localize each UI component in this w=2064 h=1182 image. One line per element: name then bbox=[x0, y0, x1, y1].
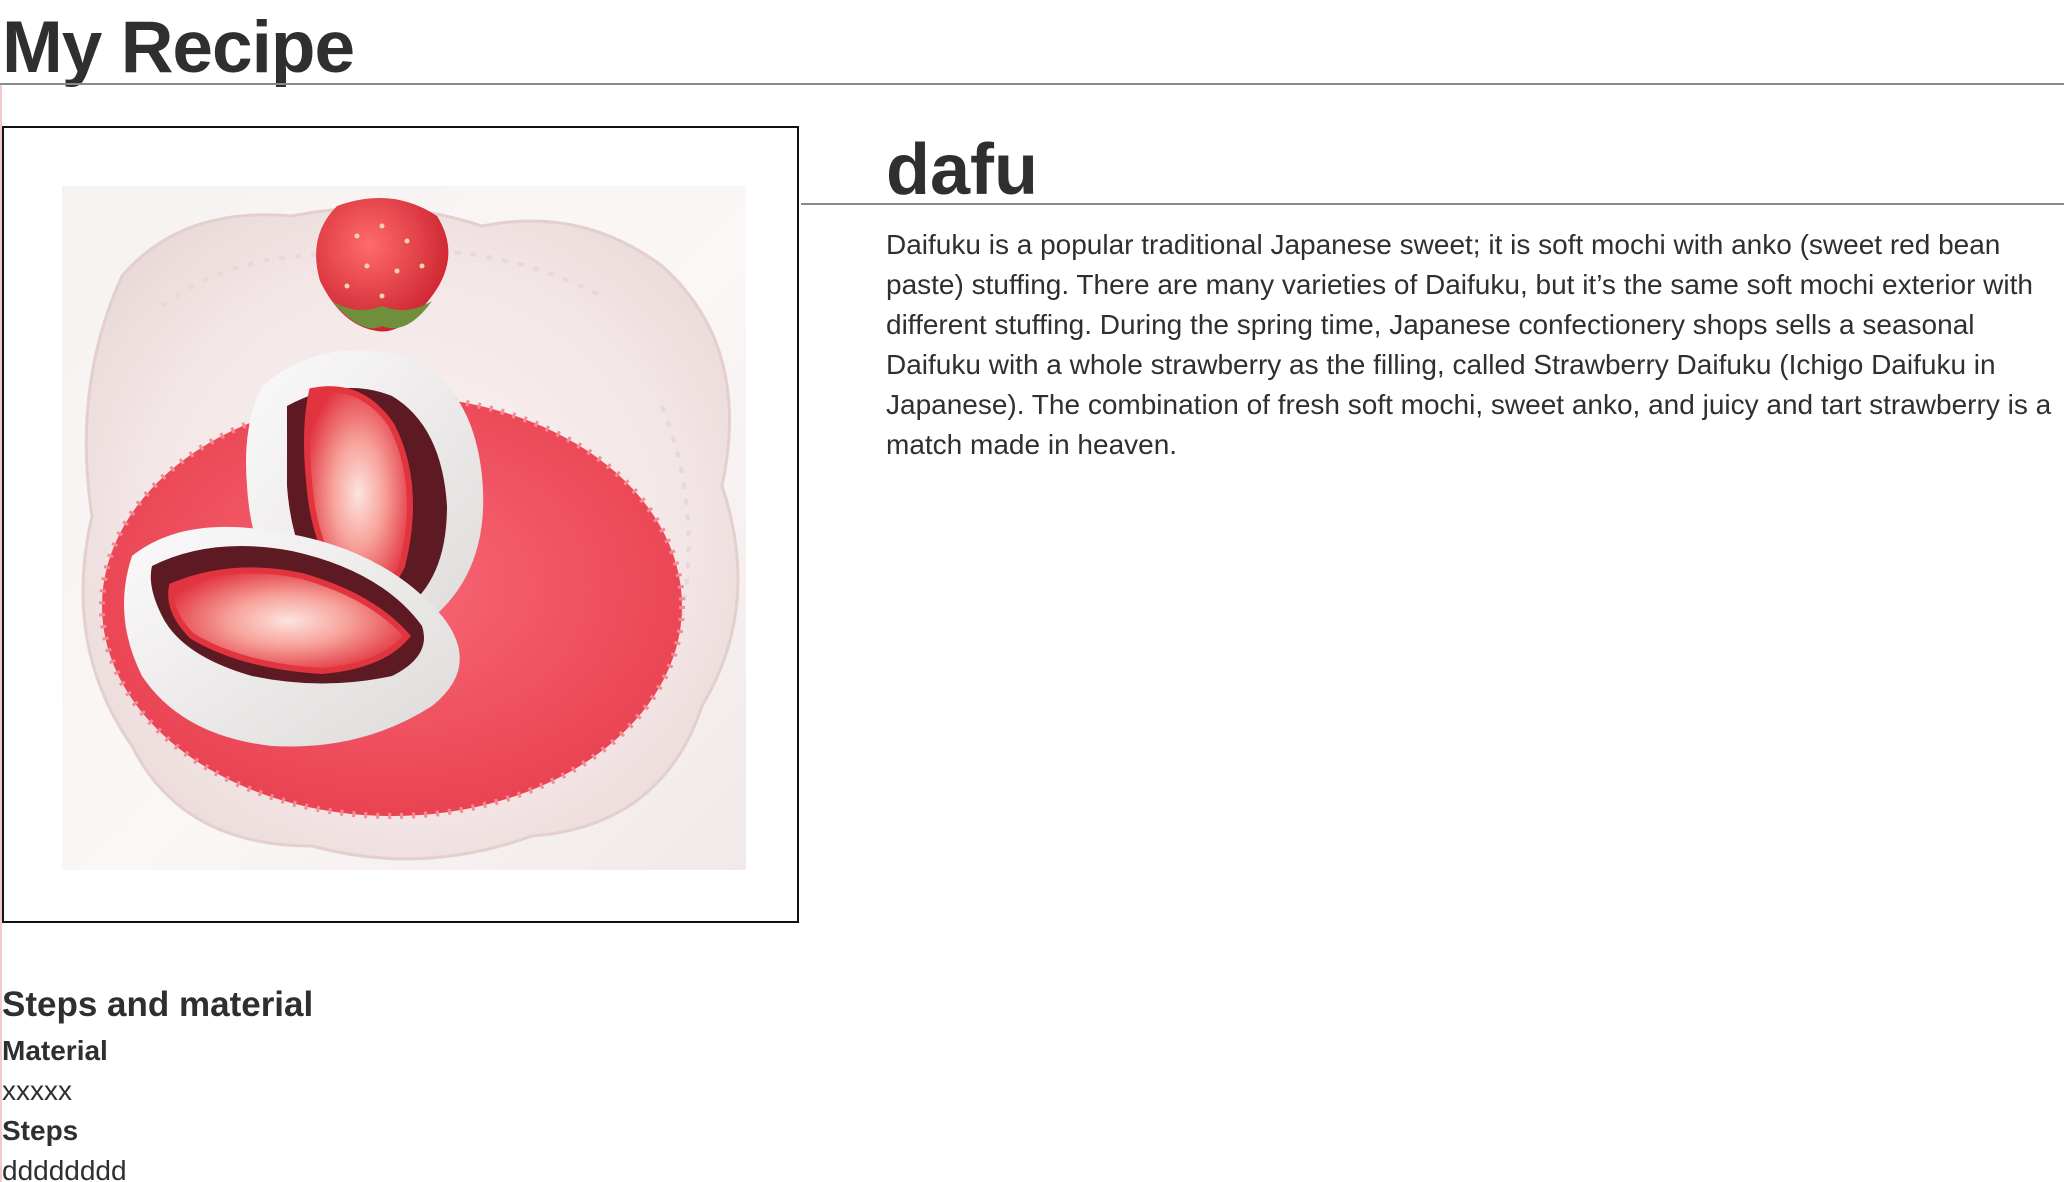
recipe-title-divider bbox=[801, 203, 2064, 205]
page-title: My Recipe bbox=[2, 7, 355, 88]
steps-text: dddddddd bbox=[2, 1155, 127, 1182]
strawberry-daifuku-image bbox=[81, 198, 740, 861]
recipe-description: Daifuku is a popular traditional Japanes… bbox=[886, 229, 2052, 460]
recipe-page: My Recipe dafu Daifuku is a popular trad… bbox=[0, 0, 2064, 1182]
recipe-photo bbox=[62, 186, 746, 870]
recipe-photo-frame bbox=[2, 126, 799, 923]
material-heading: Material bbox=[2, 1035, 108, 1066]
material-text: xxxxx bbox=[2, 1075, 72, 1106]
steps-material-heading: Steps and material bbox=[2, 985, 314, 1024]
steps-heading: Steps bbox=[2, 1115, 79, 1146]
title-divider bbox=[0, 83, 2064, 85]
